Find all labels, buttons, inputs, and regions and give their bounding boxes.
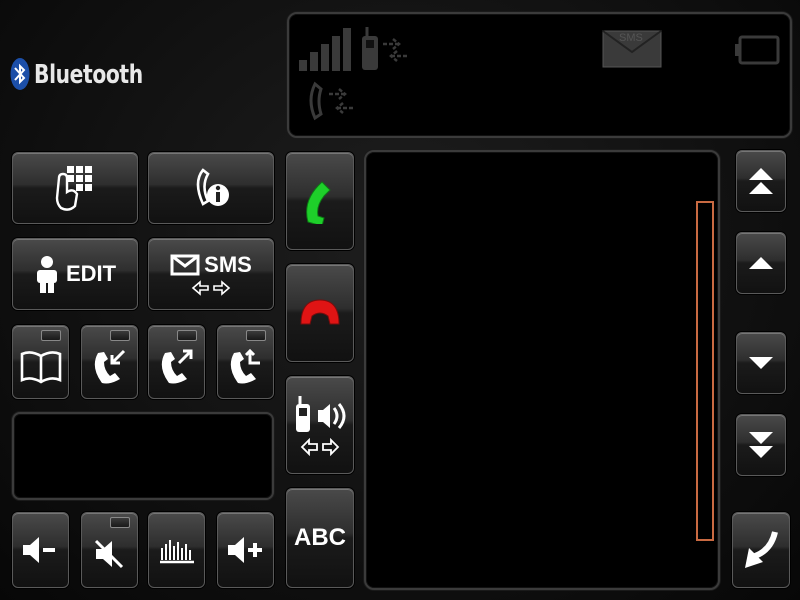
received-calls-button[interactable] bbox=[217, 325, 274, 399]
scroll-up-icon bbox=[747, 255, 775, 271]
keypad-button[interactable] bbox=[12, 152, 138, 224]
scroll-down-icon bbox=[747, 355, 775, 371]
indicator-light bbox=[246, 330, 266, 341]
scroll-to-bottom-icon bbox=[747, 430, 775, 460]
dialed-calls-icon bbox=[157, 347, 197, 387]
scroll-to-top-icon bbox=[747, 166, 775, 196]
mute-button[interactable] bbox=[81, 512, 138, 588]
edit-label: EDIT bbox=[65, 261, 117, 286]
back-arrow-icon bbox=[741, 528, 781, 572]
end-call-button[interactable] bbox=[286, 264, 354, 362]
accept-call-icon bbox=[302, 178, 338, 224]
brand-label: Bluetooth bbox=[34, 60, 143, 90]
envelope-icon bbox=[170, 254, 200, 276]
volume-up-button[interactable] bbox=[217, 512, 274, 588]
phonebook-button[interactable] bbox=[12, 325, 69, 399]
back-button[interactable] bbox=[732, 512, 790, 588]
sms-label: SMS bbox=[204, 252, 252, 277]
phonebook-icon bbox=[20, 350, 62, 384]
accept-call-button[interactable] bbox=[286, 152, 354, 250]
indicator-light bbox=[110, 517, 130, 528]
received-calls-icon bbox=[226, 347, 266, 387]
abc-label: ABC bbox=[294, 524, 346, 551]
indicator-light bbox=[41, 330, 61, 341]
phone-transfer-icon bbox=[359, 24, 411, 74]
number-display bbox=[12, 412, 274, 500]
status-panel: SMS bbox=[287, 12, 792, 138]
volume-down-button[interactable] bbox=[12, 512, 69, 588]
dialed-calls-button[interactable] bbox=[148, 325, 205, 399]
handsfree-switch-icon bbox=[292, 394, 348, 434]
scroll-to-top-button[interactable] bbox=[736, 150, 786, 212]
abc-input-button[interactable]: ABC bbox=[286, 488, 354, 588]
sms-status-label: SMS bbox=[619, 32, 643, 44]
transfer-arrows-icon bbox=[300, 438, 340, 456]
bluetooth-icon bbox=[10, 57, 30, 91]
scroll-to-bottom-button[interactable] bbox=[736, 414, 786, 476]
end-call-icon bbox=[299, 298, 341, 328]
call-info-button[interactable] bbox=[148, 152, 274, 224]
volume-up-icon bbox=[226, 535, 266, 565]
scroll-up-button[interactable] bbox=[736, 232, 786, 294]
equalizer-icon bbox=[158, 536, 196, 564]
transfer-arrows-icon bbox=[191, 280, 231, 296]
indicator-light bbox=[177, 330, 197, 341]
missed-calls-icon bbox=[90, 347, 130, 387]
contact-person-icon bbox=[34, 255, 60, 293]
handsfree-switch-button[interactable] bbox=[286, 376, 354, 474]
handset-transfer-icon bbox=[305, 80, 357, 122]
keypad-icon bbox=[53, 164, 97, 212]
indicator-light bbox=[110, 330, 130, 341]
volume-down-icon bbox=[21, 535, 61, 565]
call-info-icon bbox=[189, 166, 233, 210]
signal-strength-icon bbox=[297, 26, 353, 72]
message-list-panel bbox=[364, 150, 720, 590]
scroll-track[interactable] bbox=[696, 201, 714, 541]
missed-calls-button[interactable] bbox=[81, 325, 138, 399]
mute-icon bbox=[92, 537, 128, 571]
equalizer-button[interactable] bbox=[148, 512, 205, 588]
edit-contact-button[interactable]: EDIT bbox=[12, 238, 138, 310]
sms-button[interactable]: SMS bbox=[148, 238, 274, 310]
scroll-down-button[interactable] bbox=[736, 332, 786, 394]
battery-icon bbox=[733, 34, 781, 66]
